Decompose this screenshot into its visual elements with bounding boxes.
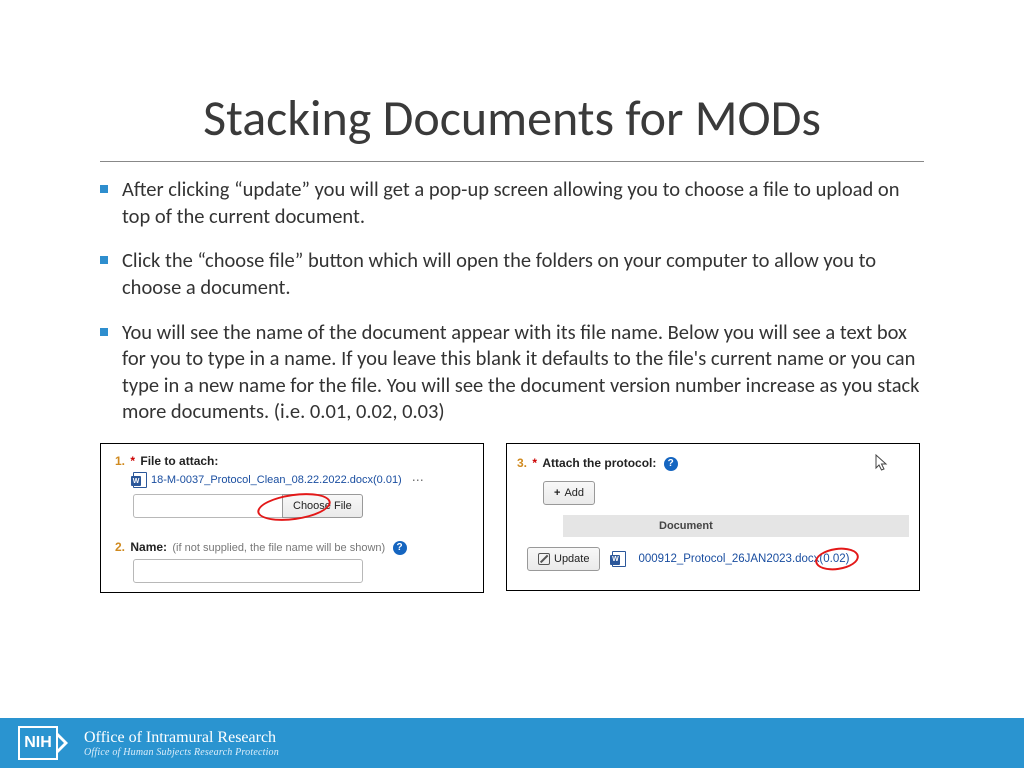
choose-file-row: Choose File [133,494,469,518]
table-header-document: Document [563,515,909,537]
protocol-file-link[interactable]: 000912_Protocol_26JAN2023.docx(0.02) [638,553,849,565]
file-attach-label: File to attach: [140,454,218,468]
name-sublabel: (if not supplied, the file name will be … [172,542,385,554]
org-block: Office of Intramural Research Office of … [84,729,279,758]
word-doc-icon-2 [612,551,626,567]
required-asterisk: * [130,454,135,468]
bullet-2: Click the “choose file” button which wil… [100,247,924,300]
update-button-label: Update [554,553,589,565]
help-icon-2[interactable]: ? [664,457,678,471]
nih-logo-text: NIH [18,726,58,760]
footer-bar: NIH Office of Intramural Research Office… [0,718,1024,768]
nih-logo: NIH [18,726,68,760]
nih-logo-chevron-icon [58,733,68,753]
file-more-icon[interactable]: ⋯ [412,473,425,487]
step-number-2: 2. [115,540,125,554]
update-button[interactable]: Update [527,547,600,571]
name-header: 2. Name: (if not supplied, the file name… [115,540,469,555]
table-row: Update 000912_Protocol_26JAN2023.docx(0.… [527,547,909,571]
screenshot-file-attach: 1. * File to attach: 18-M-0037_Protocol_… [100,443,484,593]
slide-title: Stacking Documents for MODs [0,0,1024,161]
org-title: Office of Intramural Research [84,729,279,747]
name-input-row [133,559,469,583]
bullet-list: After clicking “update” you will get a p… [100,176,924,425]
screenshot-attach-protocol: 3. * Attach the protocol: ? + Add Docume… [506,443,920,591]
add-row: + Add [543,481,909,505]
attach-protocol-label: Attach the protocol: [542,456,656,470]
step-number-3: 3. [517,456,527,470]
cursor-icon [875,454,889,472]
attached-file-link[interactable]: 18-M-0037_Protocol_Clean_08.22.2022.docx… [151,474,402,486]
word-doc-icon [133,472,147,488]
screenshots-row: 1. * File to attach: 18-M-0037_Protocol_… [100,443,924,593]
file-attach-header: 1. * File to attach: [115,454,469,468]
pencil-icon [538,553,550,565]
title-rule [100,161,924,162]
attached-file-row: 18-M-0037_Protocol_Clean_08.22.2022.docx… [133,472,469,488]
plus-icon: + [554,487,560,499]
attach-protocol-header: 3. * Attach the protocol: ? [517,456,909,471]
name-label: Name: [130,540,167,554]
org-subtitle: Office of Human Subjects Research Protec… [84,747,279,758]
choose-file-button[interactable]: Choose File [282,494,363,518]
file-path-input[interactable] [133,494,283,518]
bullet-3: You will see the name of the document ap… [100,319,924,426]
name-input[interactable] [133,559,363,583]
add-button-label: Add [564,487,584,499]
slide: Stacking Documents for MODs After clicki… [0,0,1024,768]
step-number-1: 1. [115,454,125,468]
help-icon[interactable]: ? [393,541,407,555]
required-asterisk-2: * [532,456,537,470]
bullet-1: After clicking “update” you will get a p… [100,176,924,229]
add-button[interactable]: + Add [543,481,595,505]
